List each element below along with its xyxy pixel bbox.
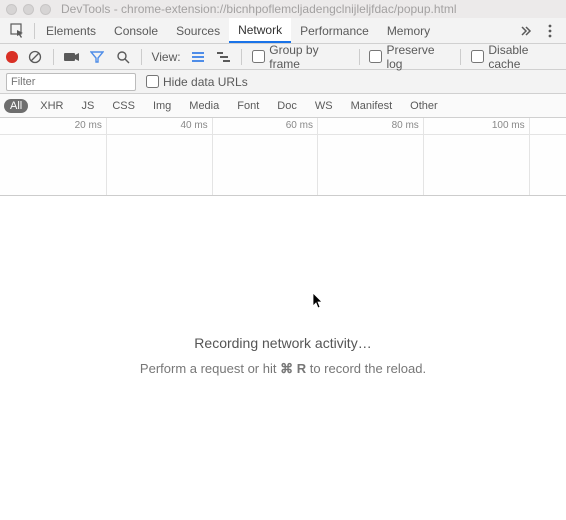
clear-icon	[28, 50, 42, 64]
hide-data-urls-label: Hide data URLs	[163, 75, 248, 89]
empty-title: Recording network activity…	[194, 335, 371, 351]
tab-network[interactable]: Network	[229, 18, 291, 43]
list-large-icon	[191, 51, 205, 63]
minimize-window-button[interactable]	[23, 4, 34, 15]
waterfall-icon	[217, 51, 231, 63]
clear-button[interactable]	[28, 49, 43, 65]
disable-cache-checkbox[interactable]: Disable cache	[471, 43, 560, 71]
type-filter-all[interactable]: All	[4, 99, 28, 113]
type-filter-doc[interactable]: Doc	[271, 99, 303, 113]
timeline-tick: 100 ms	[492, 120, 529, 131]
type-filter-font[interactable]: Font	[231, 99, 265, 113]
timeline-track	[0, 134, 566, 194]
cursor-icon	[312, 292, 326, 310]
chevron-double-right-icon	[520, 25, 532, 37]
preserve-log-checkbox[interactable]: Preserve log	[369, 43, 450, 71]
separator	[359, 49, 360, 65]
timeline-tick: 20 ms	[75, 120, 106, 131]
camera-icon	[64, 51, 80, 63]
hide-data-urls-checkbox[interactable]: Hide data URLs	[146, 75, 248, 89]
disable-cache-input[interactable]	[471, 50, 484, 63]
filter-toggle-button[interactable]	[90, 49, 105, 65]
close-window-button[interactable]	[6, 4, 17, 15]
type-filter-manifest[interactable]: Manifest	[345, 99, 399, 113]
inspect-element-button[interactable]	[4, 18, 32, 44]
record-button[interactable]	[6, 51, 18, 63]
view-label: View:	[151, 50, 180, 64]
tab-memory[interactable]: Memory	[378, 18, 439, 43]
tab-sources[interactable]: Sources	[167, 18, 229, 43]
type-filter-img[interactable]: Img	[147, 99, 177, 113]
type-filter-xhr[interactable]: XHR	[34, 99, 69, 113]
large-rows-button[interactable]	[191, 49, 206, 65]
type-filter-other[interactable]: Other	[404, 99, 444, 113]
empty-hint-before: Perform a request or hit	[140, 361, 280, 376]
timeline-tick: 40 ms	[180, 120, 211, 131]
capture-screenshots-button[interactable]	[64, 49, 80, 65]
disable-cache-label: Disable cache	[488, 43, 560, 71]
separator	[241, 49, 242, 65]
hide-data-urls-input[interactable]	[146, 75, 159, 88]
preserve-log-input[interactable]	[369, 50, 382, 63]
search-button[interactable]	[115, 49, 130, 65]
filter-row: Hide data URLs	[0, 70, 566, 94]
devtools-menu-button[interactable]	[538, 18, 562, 44]
empty-network-state: Recording network activity… Perform a re…	[0, 196, 566, 516]
separator	[460, 49, 461, 65]
type-filter-ws[interactable]: WS	[309, 99, 339, 113]
preserve-log-label: Preserve log	[386, 43, 450, 71]
inspect-icon	[10, 23, 26, 39]
separator	[141, 49, 142, 65]
window-controls	[6, 4, 51, 15]
empty-hint: Perform a request or hit ⌘ R to record t…	[140, 361, 426, 377]
tabs-overflow-button[interactable]	[514, 18, 538, 44]
timeline-tick: 60 ms	[286, 120, 317, 131]
group-by-frame-label: Group by frame	[269, 43, 348, 71]
resource-type-filters: All XHR JS CSS Img Media Font Doc WS Man…	[0, 94, 566, 118]
zoom-window-button[interactable]	[40, 4, 51, 15]
type-filter-media[interactable]: Media	[183, 99, 225, 113]
main-tabs: Elements Console Sources Network Perform…	[37, 18, 514, 43]
network-toolbar: View: Group by frame Preserve log Disabl…	[0, 44, 566, 70]
timeline-tick: 80 ms	[392, 120, 423, 131]
filter-input[interactable]	[6, 73, 136, 91]
type-filter-js[interactable]: JS	[75, 99, 100, 113]
funnel-icon	[90, 50, 104, 64]
window-title: DevTools - chrome-extension://bicnhpofle…	[61, 2, 457, 16]
group-by-frame-input[interactable]	[252, 50, 265, 63]
tab-elements[interactable]: Elements	[37, 18, 105, 43]
empty-hint-shortcut: ⌘ R	[280, 361, 306, 376]
waterfall-view-button[interactable]	[216, 49, 231, 65]
window-titlebar: DevTools - chrome-extension://bicnhpofle…	[0, 0, 566, 18]
separator	[53, 49, 54, 65]
main-tabs-row: Elements Console Sources Network Perform…	[0, 18, 566, 44]
empty-hint-after: to record the reload.	[306, 361, 426, 376]
group-by-frame-checkbox[interactable]: Group by frame	[252, 43, 348, 71]
search-icon	[116, 50, 130, 64]
type-filter-css[interactable]: CSS	[106, 99, 141, 113]
timeline-overview[interactable]: 20 ms 40 ms 60 ms 80 ms 100 ms	[0, 118, 566, 196]
tab-performance[interactable]: Performance	[291, 18, 378, 43]
tab-console[interactable]: Console	[105, 18, 167, 43]
kebab-icon	[548, 24, 552, 38]
separator	[34, 23, 35, 39]
